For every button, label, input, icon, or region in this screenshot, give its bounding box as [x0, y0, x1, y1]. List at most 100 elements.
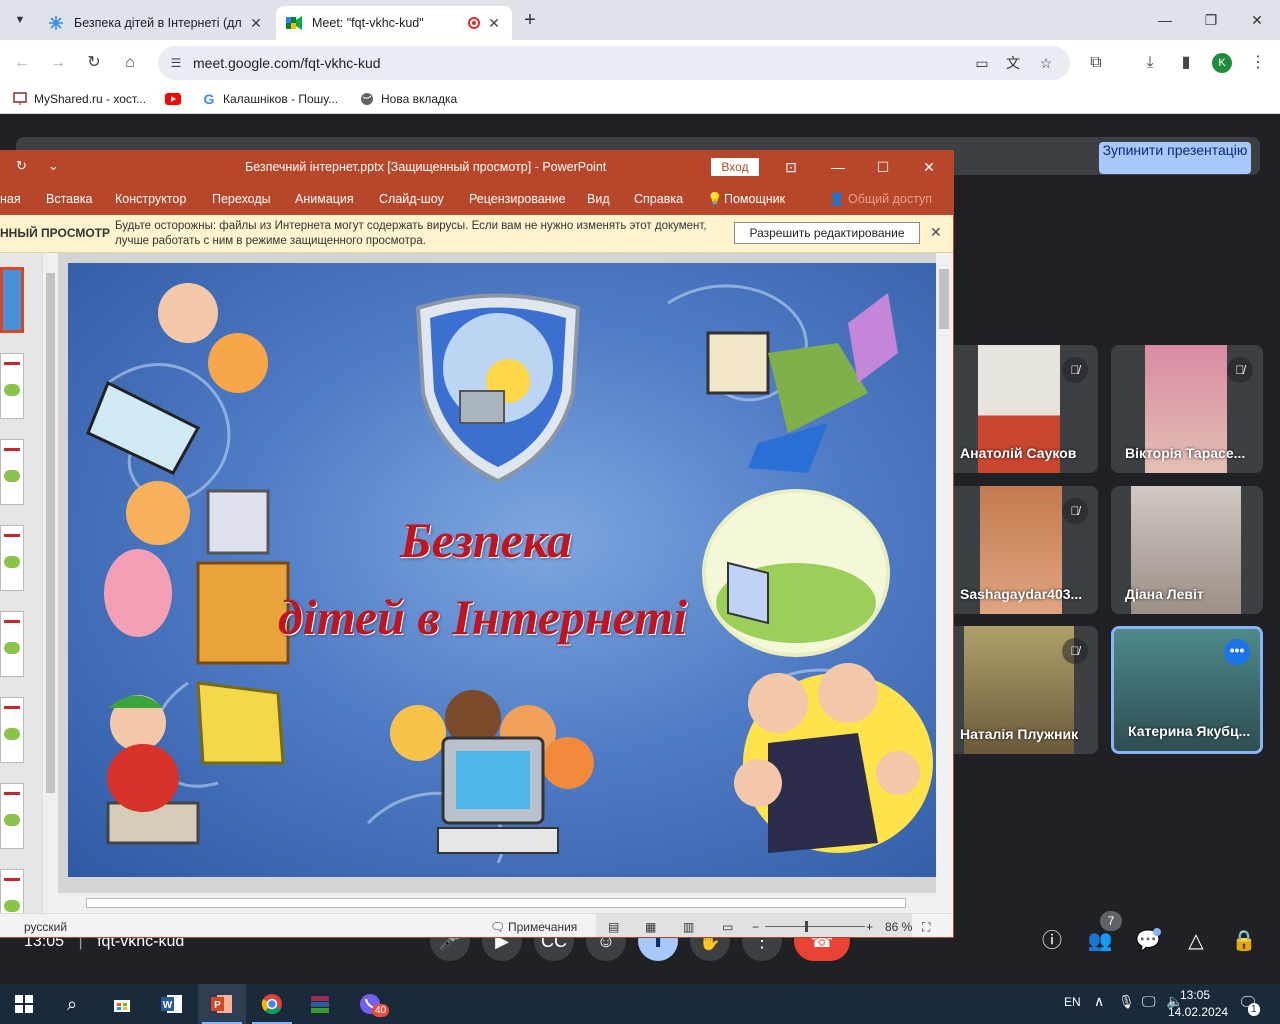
more-options-icon[interactable]: •••	[1224, 639, 1250, 665]
tab-view[interactable]: Вид	[587, 192, 610, 206]
input-language[interactable]: EN	[1064, 995, 1081, 1009]
slide-horizontal-scrollbar[interactable]	[58, 893, 953, 913]
profile-avatar[interactable]: K	[1212, 53, 1232, 73]
word-icon[interactable]: W	[148, 984, 196, 1024]
ribbon-display-options-icon[interactable]: ⊡	[776, 155, 806, 179]
site-info-icon[interactable]: ☰	[164, 51, 188, 75]
participant-name: Катерина Якубц...	[1128, 723, 1250, 739]
forward-icon[interactable]: →	[46, 51, 70, 75]
tab-search-button[interactable]: ▼	[8, 8, 32, 32]
tab-review[interactable]: Рецензирование	[469, 192, 566, 206]
info-icon[interactable]: ⓘ	[1036, 925, 1068, 957]
home-icon[interactable]: ⌂	[118, 51, 142, 75]
slide-title-line1[interactable]: Безпека	[400, 511, 572, 569]
tab-meet[interactable]: Meet: "fqt-vkhc-kud" ✕	[276, 6, 512, 40]
tray-chevron-icon[interactable]: ∧	[1094, 993, 1104, 1010]
maximize-icon[interactable]: ☐	[868, 155, 898, 179]
language-indicator[interactable]: русский	[24, 920, 67, 934]
document-title: Безпечний інтернет.pptx [Защищенный прос…	[245, 160, 607, 174]
tab-tell-me[interactable]: Помощник	[724, 192, 785, 206]
bookmark-youtube[interactable]	[165, 91, 187, 107]
store-icon[interactable]	[98, 984, 146, 1024]
normal-view-icon[interactable]: ▤	[608, 920, 619, 934]
share-button[interactable]: Общий доступ	[848, 192, 932, 206]
close-icon[interactable]: ✕	[914, 155, 944, 179]
notes-button[interactable]: Примечания	[508, 920, 577, 934]
clock-time[interactable]: 13:05	[1180, 988, 1210, 1002]
bookmark-myshared[interactable]: MyShared.ru - хост...	[12, 91, 146, 107]
fit-to-window-icon[interactable]: ⛶	[922, 920, 930, 935]
powerpoint-taskbar-icon[interactable]: P	[198, 984, 246, 1024]
tab-help[interactable]: Справка	[634, 192, 683, 206]
close-window-icon[interactable]: ✕	[1234, 0, 1280, 40]
thumbnails-scrollbar[interactable]	[42, 253, 58, 913]
zoom-slider-thumb[interactable]	[805, 921, 808, 932]
participant-tile[interactable]: 🎙̸ Sashagaydar403...	[946, 486, 1098, 614]
network-icon[interactable]: 🖵	[1142, 993, 1156, 1010]
minimize-icon[interactable]: —	[823, 155, 853, 179]
clock-date[interactable]: 14.02.2024	[1168, 1005, 1228, 1019]
customize-quick-access-icon[interactable]: ⌄	[48, 158, 59, 174]
star-icon[interactable]: ☆	[1034, 51, 1058, 75]
people-icon[interactable]: 👥	[1084, 925, 1116, 957]
bookmark-new-tab[interactable]: Нова вкладка	[359, 91, 457, 107]
tab-design[interactable]: Конструктор	[115, 192, 186, 206]
tab-transitions[interactable]: Переходы	[212, 192, 271, 206]
slide-sorter-icon[interactable]: ▦	[645, 920, 656, 934]
restore-icon[interactable]: ❐	[1188, 0, 1234, 40]
chrome-icon[interactable]	[248, 984, 296, 1024]
zoom-out-icon[interactable]: −	[752, 920, 759, 934]
enable-editing-button[interactable]: Разрешить редактирование	[734, 222, 920, 244]
close-bar-icon[interactable]: ✕	[930, 224, 942, 241]
slide-vertical-scrollbar[interactable]	[936, 253, 953, 893]
slide-thumbnail[interactable]	[0, 353, 24, 419]
download-icon[interactable]: ⤓	[1138, 51, 1162, 75]
activities-icon[interactable]: △	[1180, 925, 1212, 957]
slide-title-line2[interactable]: дітей в Інтернеті	[278, 588, 687, 646]
google-icon: G	[203, 91, 215, 107]
start-button[interactable]	[0, 984, 48, 1024]
tab-insert[interactable]: Вставка	[46, 192, 92, 206]
slide-thumbnail[interactable]	[0, 525, 24, 591]
stop-presenting-button[interactable]: Зупинити презентацію	[1099, 142, 1251, 174]
reading-view-icon[interactable]: ▥	[683, 920, 694, 934]
back-icon[interactable]: ←	[10, 51, 34, 75]
extensions-icon[interactable]: ⧉	[1084, 51, 1108, 75]
redo-icon[interactable]: ↻	[16, 158, 27, 174]
winrar-icon[interactable]	[296, 984, 344, 1024]
slide-thumbnail[interactable]	[0, 611, 24, 677]
close-tab-icon[interactable]: ✕	[486, 15, 502, 32]
menu-icon[interactable]: ⋮	[1246, 51, 1270, 75]
close-tab-icon[interactable]: ✕	[248, 15, 264, 32]
slideshow-view-icon[interactable]: ▭	[722, 920, 733, 934]
participant-tile[interactable]: 🎙̸ Наталія Плужник	[946, 626, 1098, 754]
minimize-icon[interactable]: —	[1142, 0, 1188, 40]
translate-icon[interactable]: 文	[1001, 51, 1025, 75]
participant-tile[interactable]: Діана Левіт	[1111, 486, 1263, 614]
new-tab-button[interactable]: +	[518, 8, 542, 32]
reload-icon[interactable]: ↻	[82, 51, 106, 75]
participant-tile[interactable]: 🎙̸ Анатолій Сауков	[946, 345, 1098, 473]
side-panel-icon[interactable]: ▮	[1174, 51, 1198, 75]
tab-animations[interactable]: Анимация	[295, 192, 354, 206]
address-bar[interactable]: ☰ meet.google.com/fqt-vkhc-kud ▭ 文 ☆	[158, 46, 1070, 80]
slide-thumbnail[interactable]	[0, 267, 24, 333]
participant-tile-speaking[interactable]: ••• Катерина Якубц...	[1111, 626, 1263, 754]
bookmark-google-search[interactable]: G Калашніков - Пошу...	[201, 91, 339, 107]
camera-icon[interactable]: ▭	[970, 51, 994, 75]
tab-bezpeka[interactable]: Безпека дітей в Інтернеті (для ✕	[38, 6, 274, 40]
search-icon[interactable]: ⌕	[48, 984, 96, 1024]
zoom-in-icon[interactable]: +	[866, 920, 873, 934]
viber-icon[interactable]: 40	[346, 984, 394, 1024]
zoom-level[interactable]: 86 %	[885, 920, 912, 934]
slide-thumbnail[interactable]	[0, 697, 24, 763]
host-controls-icon[interactable]: 🔒	[1228, 925, 1260, 957]
microphone-tray-icon[interactable]: 🎙	[1118, 994, 1135, 1010]
tab-slideshow[interactable]: Слайд-шоу	[379, 192, 444, 206]
slide-thumbnail[interactable]	[0, 439, 24, 505]
tab-home[interactable]: ная	[0, 192, 21, 206]
zoom-slider[interactable]	[765, 926, 865, 927]
sign-in-button[interactable]: Вход	[711, 158, 759, 176]
participant-tile[interactable]: 🎙̸ Вікторія Тарасе...	[1111, 345, 1263, 473]
slide-thumbnail[interactable]	[0, 783, 24, 849]
